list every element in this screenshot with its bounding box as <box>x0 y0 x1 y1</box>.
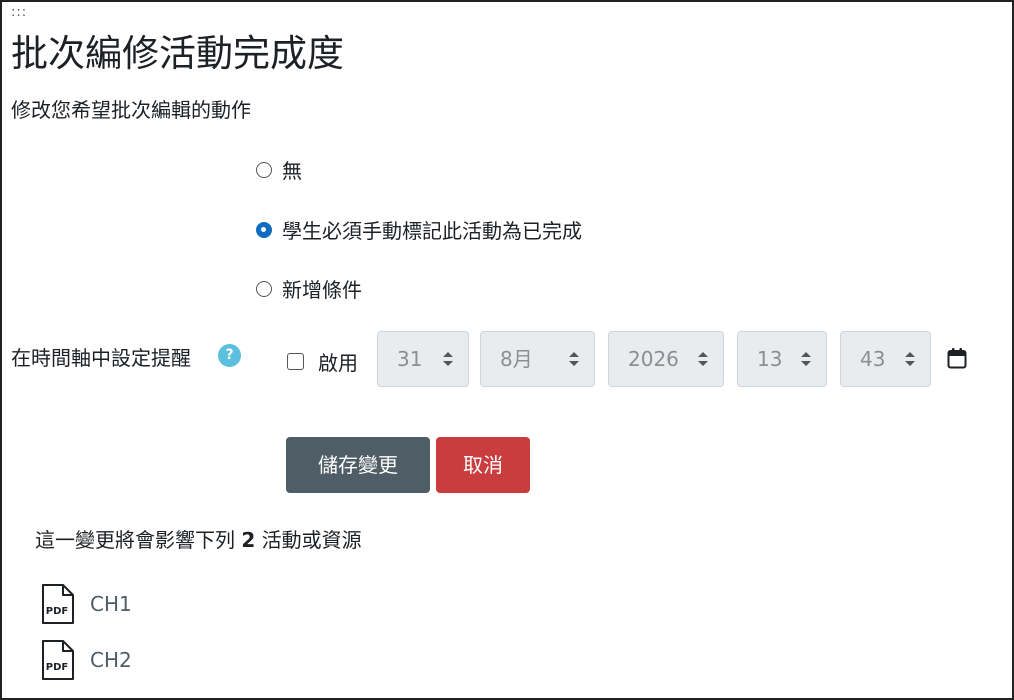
select-arrows-icon <box>443 352 453 366</box>
affect-suffix: 活動或資源 <box>255 528 362 552</box>
page-title: 批次編修活動完成度 <box>11 32 344 75</box>
select-arrows-icon <box>698 352 708 366</box>
resource-link[interactable]: CH2 <box>90 648 132 672</box>
minute-select[interactable]: 43 <box>840 331 931 387</box>
pdf-icon: PDF <box>42 640 74 680</box>
help-icon[interactable]: ? <box>218 344 241 367</box>
resource-item-ch1[interactable]: PDF CH1 <box>40 583 132 625</box>
day-select[interactable]: 31 <box>377 331 469 387</box>
year-select[interactable]: 2026 <box>608 331 724 387</box>
affect-count: 2 <box>241 528 256 552</box>
radio-label: 學生必須手動標記此活動為已完成 <box>282 219 582 243</box>
hour-select[interactable]: 13 <box>737 331 827 387</box>
drag-handle[interactable]: ::: <box>11 6 27 19</box>
select-arrows-icon <box>569 352 579 366</box>
radio-option-conditions[interactable]: 新增條件 <box>256 274 362 303</box>
svg-text:PDF: PDF <box>46 606 68 617</box>
resource-item-ch2[interactable]: PDF CH2 <box>40 639 132 681</box>
cancel-button[interactable]: 取消 <box>436 437 530 493</box>
svg-text:PDF: PDF <box>46 662 68 673</box>
enable-checkbox[interactable] <box>287 353 304 370</box>
reminder-label: 在時間軸中設定提醒 <box>11 346 191 370</box>
enable-label: 啟用 <box>318 351 358 375</box>
form-subtitle: 修改您希望批次編輯的動作 <box>11 98 251 122</box>
save-button[interactable]: 儲存變更 <box>286 437 430 493</box>
radio-option-none[interactable]: 無 <box>256 155 302 184</box>
resource-link[interactable]: CH1 <box>90 592 132 616</box>
select-arrows-icon <box>905 352 915 366</box>
radio-button[interactable] <box>256 280 272 297</box>
hour-value: 13 <box>757 347 783 371</box>
radio-button[interactable] <box>256 161 272 178</box>
radio-button[interactable] <box>256 221 272 238</box>
select-arrows-icon <box>801 352 811 366</box>
enable-checkbox-group[interactable]: 啟用 <box>287 347 358 376</box>
calendar-icon[interactable] <box>947 347 967 369</box>
radio-label: 新增條件 <box>282 278 362 302</box>
affect-prefix: 這一變更將會影響下列 <box>35 528 242 552</box>
affected-count-text: 這一變更將會影響下列 2 活動或資源 <box>35 527 362 553</box>
day-value: 31 <box>397 347 423 371</box>
month-select[interactable]: 8月 <box>480 331 595 387</box>
month-value: 8月 <box>500 347 533 371</box>
radio-option-manual[interactable]: 學生必須手動標記此活動為已完成 <box>256 215 582 244</box>
radio-label: 無 <box>282 159 302 183</box>
minute-value: 43 <box>860 347 886 371</box>
year-value: 2026 <box>628 347 679 371</box>
pdf-icon: PDF <box>42 584 74 624</box>
